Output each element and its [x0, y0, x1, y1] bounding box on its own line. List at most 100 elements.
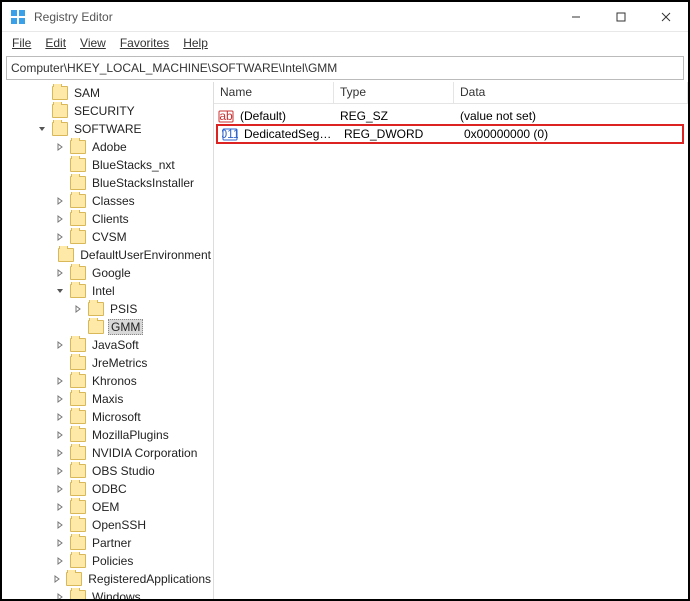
folder-icon: [70, 482, 86, 496]
folder-icon: [70, 140, 86, 154]
tree-item[interactable]: Clients: [2, 210, 213, 228]
chevron-right-icon[interactable]: [56, 143, 70, 151]
regedit-icon: [10, 9, 26, 25]
tree-item[interactable]: GMM: [2, 318, 213, 336]
tree-item[interactable]: ODBC: [2, 480, 213, 498]
chevron-right-icon[interactable]: [56, 467, 70, 475]
tree-item-label: Classes: [90, 194, 137, 208]
tree-item[interactable]: Partner: [2, 534, 213, 552]
content-area: SAM SECURITYSOFTWARE Adobe BlueStacks_nxt…: [2, 82, 688, 599]
chevron-right-icon[interactable]: [56, 449, 70, 457]
tree-item[interactable]: Windows: [2, 588, 213, 599]
svg-text:ab: ab: [219, 109, 233, 123]
chevron-down-icon[interactable]: [56, 287, 70, 295]
folder-icon: [70, 230, 86, 244]
tree-item[interactable]: SAM: [2, 84, 213, 102]
tree-item[interactable]: BlueStacks_nxt: [2, 156, 213, 174]
tree-item[interactable]: OBS Studio: [2, 462, 213, 480]
col-header-type[interactable]: Type: [334, 82, 454, 103]
col-header-data[interactable]: Data: [454, 82, 688, 103]
tree-item-label: DefaultUserEnvironment: [78, 248, 213, 262]
list-row[interactable]: 011DedicatedSegm...REG_DWORD0x00000000 (…: [216, 124, 684, 144]
folder-icon: [70, 590, 86, 599]
tree-item-label: Partner: [90, 536, 133, 550]
tree-item[interactable]: SOFTWARE: [2, 120, 213, 138]
tree-item[interactable]: Khronos: [2, 372, 213, 390]
chevron-right-icon[interactable]: [56, 341, 70, 349]
folder-icon: [52, 104, 68, 118]
list-row[interactable]: ab(Default)REG_SZ(value not set): [214, 106, 688, 126]
window-title: Registry Editor: [34, 10, 553, 24]
chevron-right-icon[interactable]: [56, 431, 70, 439]
tree-item[interactable]: Intel: [2, 282, 213, 300]
chevron-right-icon[interactable]: [56, 233, 70, 241]
chevron-right-icon[interactable]: [74, 305, 88, 313]
tree-item[interactable]: Policies: [2, 552, 213, 570]
menu-view[interactable]: View: [74, 34, 112, 52]
tree-item[interactable]: Microsoft: [2, 408, 213, 426]
chevron-right-icon[interactable]: [56, 557, 70, 565]
chevron-right-icon[interactable]: [56, 521, 70, 529]
menu-favorites[interactable]: Favorites: [114, 34, 175, 52]
chevron-right-icon[interactable]: [56, 503, 70, 511]
menu-file[interactable]: File: [6, 34, 37, 52]
titlebar[interactable]: Registry Editor: [2, 2, 688, 32]
tree-panel[interactable]: SAM SECURITYSOFTWARE Adobe BlueStacks_nxt…: [2, 82, 214, 599]
tree-item-label: OpenSSH: [90, 518, 148, 532]
tree-item[interactable]: JreMetrics: [2, 354, 213, 372]
tree-item[interactable]: Adobe: [2, 138, 213, 156]
folder-icon: [70, 410, 86, 424]
menu-edit[interactable]: Edit: [39, 34, 72, 52]
tree-item-label: RegisteredApplications: [86, 572, 213, 586]
close-button[interactable]: [643, 2, 688, 31]
folder-icon: [70, 212, 86, 226]
tree-item[interactable]: MozillaPlugins: [2, 426, 213, 444]
tree-item[interactable]: CVSM: [2, 228, 213, 246]
tree-item-label: Clients: [90, 212, 131, 226]
tree-item[interactable]: Classes: [2, 192, 213, 210]
tree-item-label: JreMetrics: [90, 356, 149, 370]
value-type: REG_SZ: [334, 109, 454, 123]
chevron-right-icon[interactable]: [56, 269, 70, 277]
chevron-right-icon[interactable]: [56, 395, 70, 403]
tree-item[interactable]: OEM: [2, 498, 213, 516]
folder-icon: [70, 446, 86, 460]
menu-help[interactable]: Help: [177, 34, 214, 52]
tree-item[interactable]: RegisteredApplications: [2, 570, 213, 588]
tree-item[interactable]: Maxis: [2, 390, 213, 408]
chevron-right-icon[interactable]: [53, 575, 66, 583]
folder-icon: [70, 554, 86, 568]
tree-item[interactable]: Google: [2, 264, 213, 282]
chevron-down-icon[interactable]: [38, 125, 52, 133]
tree-item-label: Microsoft: [90, 410, 143, 424]
tree-item[interactable]: NVIDIA Corporation: [2, 444, 213, 462]
tree-item-label: Adobe: [90, 140, 129, 154]
folder-icon: [70, 392, 86, 406]
tree-item[interactable]: PSIS: [2, 300, 213, 318]
chevron-right-icon[interactable]: [56, 485, 70, 493]
chevron-right-icon[interactable]: [56, 215, 70, 223]
chevron-right-icon[interactable]: [56, 539, 70, 547]
tree-item-label: OBS Studio: [90, 464, 157, 478]
chevron-right-icon[interactable]: [56, 413, 70, 421]
tree-item-label: ODBC: [90, 482, 129, 496]
tree-item[interactable]: OpenSSH: [2, 516, 213, 534]
chevron-right-icon[interactable]: [56, 593, 70, 599]
tree-item-label: BlueStacksInstaller: [90, 176, 196, 190]
tree-item-label: SAM: [72, 86, 102, 100]
tree-item[interactable]: DefaultUserEnvironment: [2, 246, 213, 264]
maximize-button[interactable]: [598, 2, 643, 31]
string-value-icon: ab: [218, 108, 234, 124]
col-header-name[interactable]: Name: [214, 82, 334, 103]
address-bar[interactable]: Computer\HKEY_LOCAL_MACHINE\SOFTWARE\Int…: [6, 56, 684, 80]
tree-item-label: PSIS: [108, 302, 139, 316]
value-type: REG_DWORD: [338, 127, 458, 141]
tree-item[interactable]: JavaSoft: [2, 336, 213, 354]
tree-item[interactable]: BlueStacksInstaller: [2, 174, 213, 192]
chevron-right-icon[interactable]: [56, 197, 70, 205]
tree-item-label: BlueStacks_nxt: [90, 158, 177, 172]
values-panel: Name Type Data ab(Default)REG_SZ(value n…: [214, 82, 688, 599]
minimize-button[interactable]: [553, 2, 598, 31]
tree-item[interactable]: SECURITY: [2, 102, 213, 120]
chevron-right-icon[interactable]: [56, 377, 70, 385]
